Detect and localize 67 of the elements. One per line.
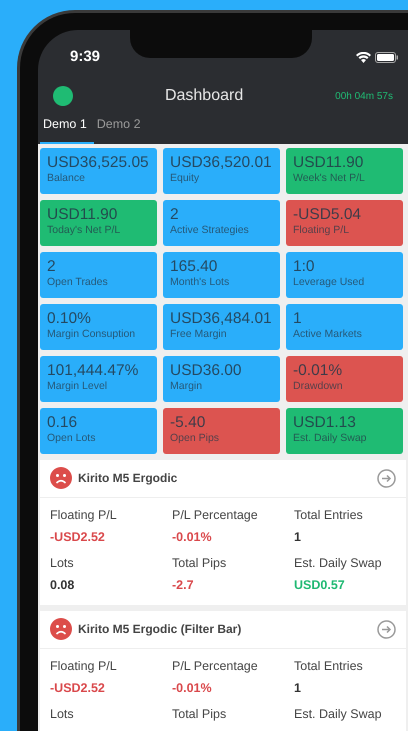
wifi-icon: [356, 52, 371, 64]
stat-label: Open Trades: [47, 276, 109, 288]
strategy-name: Kirito M5 Ergodic: [78, 470, 178, 488]
stat-label: Est. Daily Swap: [293, 432, 368, 444]
stat-value: 0.16: [47, 414, 78, 431]
field-label: P/L Percentage: [172, 658, 259, 675]
field-label: P/L Percentage: [172, 506, 259, 524]
stat-value: USD36,484.01: [170, 310, 273, 327]
stat-value: 2: [170, 206, 180, 223]
field-label: Total Entries: [294, 658, 364, 675]
stat-value: 1:0: [293, 258, 316, 275]
stat-label: Month's Lots: [170, 276, 230, 288]
account-tab[interactable]: Demo 2: [94, 115, 148, 144]
field-label: Total Pips: [172, 706, 228, 724]
stat-value: USD11.90: [293, 154, 364, 171]
stat-value: USD1.13: [293, 414, 357, 431]
stat-value: USD11.90: [47, 206, 118, 223]
stat-label: Floating P/L: [293, 224, 350, 236]
field-value: 0.08: [50, 577, 76, 594]
field-value: -USD2.52: [50, 680, 106, 696]
stat-label: Margin: [170, 380, 204, 392]
stat-label: Free Margin: [170, 328, 228, 340]
field-value: -0.01%: [172, 528, 213, 546]
stat-value: USD36,520.01: [170, 154, 273, 171]
field-value: 1: [294, 680, 302, 696]
session-timer: 00h 04m 57s: [335, 90, 393, 104]
stat-label: Week's Net P/L: [293, 172, 366, 184]
field-value: -USD2.52: [50, 528, 106, 546]
field-value: -2.7: [172, 577, 195, 594]
stat-label: Balance: [47, 172, 86, 184]
strategy-name: Kirito M5 Ergodic (Filter Bar): [78, 621, 242, 638]
field-label: Lots: [50, 706, 75, 724]
field-label: Est. Daily Swap: [294, 706, 383, 724]
stat-value: USD36,525.05: [47, 154, 150, 171]
stat-value: -0.01%: [293, 362, 344, 379]
stat-value: 2: [47, 258, 57, 275]
stat-label: Margin Level: [47, 380, 108, 392]
stat-label: Open Pips: [170, 432, 220, 444]
field-value: 1: [294, 528, 302, 546]
stat-label: Today's Net P/L: [47, 224, 122, 236]
stat-value: USD36.00: [170, 362, 243, 379]
stat-label: Open Lots: [47, 432, 96, 444]
stat-label: Active Strategies: [170, 224, 250, 236]
field-label: Lots: [50, 555, 75, 572]
stat-value: 1: [293, 310, 303, 327]
field-label: Floating P/L: [50, 506, 118, 524]
stat-label: Active Markets: [293, 328, 363, 340]
stat-value: -USD5.04: [293, 206, 362, 223]
stat-label: Drawdown: [293, 380, 344, 392]
field-value: USD0.57: [294, 577, 346, 594]
field-label: Total Pips: [172, 555, 228, 572]
stat-value: 165.40: [170, 258, 218, 275]
battery-icon: [375, 52, 398, 64]
stat-label: Leverage Used: [293, 276, 366, 288]
field-value: -0.01%: [172, 680, 213, 696]
arrow-circle-icon[interactable]: [377, 620, 396, 639]
screen-title: Dashboard: [164, 86, 244, 106]
stat-label: Margin Consuption: [47, 328, 136, 340]
field-label: Floating P/L: [50, 658, 118, 675]
stat-value: 101,444.47%: [47, 362, 140, 379]
field-label: Est. Daily Swap: [294, 555, 383, 572]
stat-label: Equity: [170, 172, 200, 184]
stat-value: 0.10%: [47, 310, 92, 327]
arrow-circle-icon[interactable]: [377, 468, 396, 488]
status-time: 9:39: [70, 47, 100, 68]
stat-value: -5.40: [170, 414, 206, 431]
field-label: Total Entries: [294, 506, 364, 524]
